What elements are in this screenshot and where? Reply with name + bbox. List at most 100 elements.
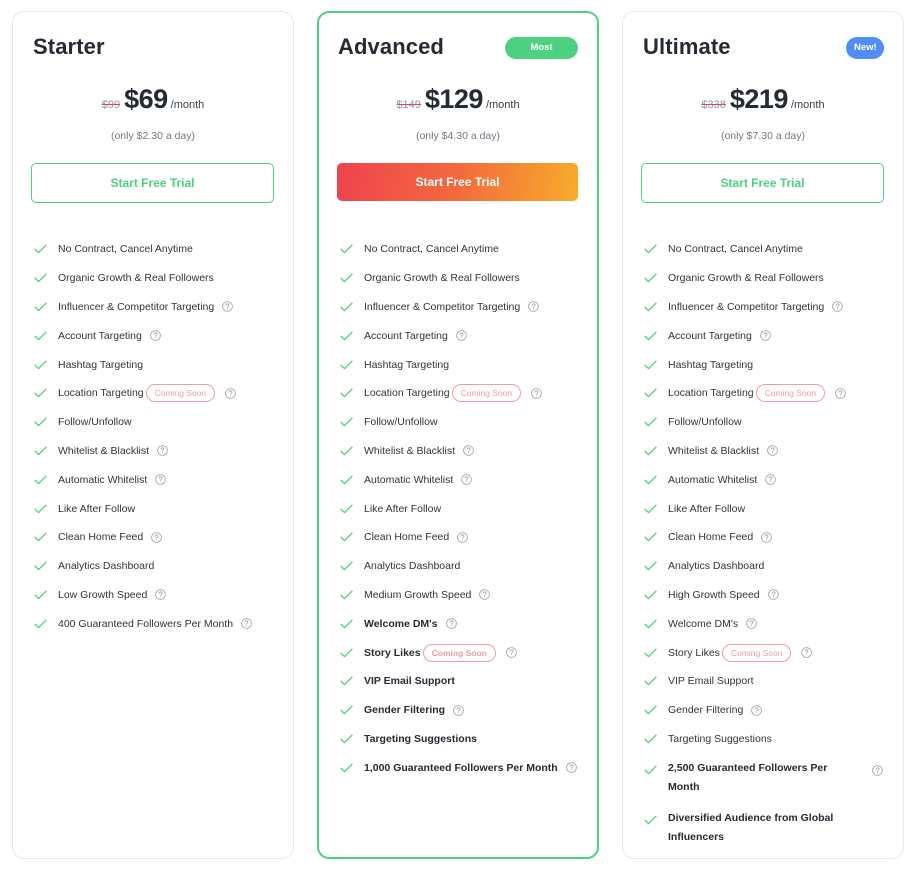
feature-item: Gender Filtering [319, 696, 597, 725]
feature-label: Follow/Unfollow [58, 416, 132, 429]
daily-price: (only $4.30 a day) [415, 130, 501, 142]
feature-item: Medium Growth Speed [319, 581, 597, 610]
help-icon[interactable] [767, 445, 778, 457]
help-icon[interactable] [225, 388, 236, 399]
check-icon [644, 475, 657, 485]
feature-item: Like After Follow [319, 494, 597, 523]
start-free-trial-button[interactable]: Start Free Trial [337, 163, 578, 201]
help-icon[interactable] [222, 301, 234, 313]
check-icon [644, 244, 657, 254]
help-icon[interactable] [751, 704, 763, 716]
help-icon[interactable] [760, 330, 771, 342]
feature-item: Account Targeting [319, 321, 597, 350]
feature-label: Clean Home Feed [58, 531, 144, 544]
help-icon[interactable] [832, 301, 844, 313]
check-icon [340, 590, 353, 600]
help-icon[interactable] [463, 445, 474, 457]
help-icon[interactable] [528, 301, 540, 313]
feature-label: 2,500 Guaranteed Followers Per Month [668, 762, 828, 794]
check-icon [34, 532, 47, 542]
help-icon[interactable] [767, 589, 779, 601]
check-icon [34, 360, 47, 370]
feature-item: Follow/Unfollow [13, 408, 293, 437]
help-icon[interactable] [157, 445, 168, 457]
feature-label: VIP Email Support [668, 675, 754, 688]
help-icon[interactable] [506, 647, 517, 658]
check-icon [644, 273, 657, 283]
help-icon[interactable] [456, 330, 467, 342]
feature-item: 2,500 Guaranteed Followers Per Month [623, 753, 903, 803]
help-icon[interactable] [155, 474, 167, 486]
help-icon[interactable] [155, 589, 167, 601]
help-icon[interactable] [565, 762, 577, 774]
feature-item: Organic Growth & Real Followers [623, 264, 903, 293]
help-icon[interactable] [835, 388, 846, 399]
help-icon[interactable] [746, 618, 757, 630]
feature-item: 1,000 Guaranteed Followers Per Month [319, 753, 597, 782]
help-icon[interactable] [461, 474, 473, 486]
start-free-trial-button[interactable]: Start Free Trial [31, 163, 274, 203]
feature-label: Whitelist & Blacklist [58, 444, 150, 457]
feature-item: Like After Follow [13, 494, 293, 523]
feature-item: No Contract, Cancel Anytime [623, 235, 903, 264]
feature-item: No Contract, Cancel Anytime [319, 235, 597, 264]
help-icon[interactable] [765, 474, 777, 486]
feature-item: Whitelist & Blacklist [623, 437, 903, 466]
plan-card-starter: Starter $99 $69 /month (only $2.30 a day… [12, 11, 294, 859]
feature-label: Location Targeting [58, 387, 144, 400]
feature-item: Like After Follow [623, 494, 903, 523]
check-icon [644, 734, 657, 744]
most-popular-badge: Most popular [505, 37, 578, 75]
check-icon [340, 388, 353, 398]
feature-label: Analytics Dashboard [668, 560, 765, 573]
help-icon[interactable] [531, 388, 542, 399]
check-icon [340, 417, 353, 427]
feature-label: Story Likes [668, 646, 720, 659]
help-icon[interactable] [457, 532, 469, 543]
help-icon[interactable] [479, 589, 491, 601]
feature-item: Clean Home Feed [319, 523, 597, 552]
daily-price: (only $7.30 a day) [720, 130, 806, 142]
help-icon[interactable] [801, 647, 813, 658]
help-icon[interactable] [445, 618, 457, 630]
check-icon [34, 561, 47, 571]
feature-item: Welcome DM's [319, 609, 597, 638]
feature-label: Analytics Dashboard [364, 560, 461, 573]
start-free-trial-button[interactable]: Start Free Trial [641, 163, 884, 203]
check-icon [340, 331, 353, 341]
check-icon [644, 388, 657, 398]
help-icon[interactable] [151, 532, 163, 543]
feature-item: Automatic Whitelist [319, 465, 597, 494]
help-icon[interactable] [453, 704, 464, 716]
original-price: $99 [101, 99, 121, 111]
coming-soon-badge: Coming Soon [451, 384, 522, 403]
feature-label: High Growth Speed [668, 588, 760, 601]
feature-item: Organic Growth & Real Followers [13, 264, 293, 293]
feature-label: Clean Home Feed [668, 531, 754, 544]
help-icon[interactable] [241, 618, 252, 630]
plan-card-advanced: Advanced Most popular $149 $129 /month (… [317, 11, 599, 859]
help-icon[interactable] [150, 330, 161, 342]
check-icon [644, 815, 657, 825]
check-icon [644, 360, 657, 370]
billing-period: /month [170, 99, 205, 111]
feature-item: Influencer & Competitor Targeting [13, 293, 293, 322]
feature-label: Gender Filtering [364, 704, 446, 717]
feature-item: Targeting Suggestions [623, 725, 903, 754]
help-icon[interactable] [761, 532, 773, 543]
feature-label: Welcome DM's [668, 617, 739, 630]
feature-label: VIP Email Support [364, 675, 455, 688]
help-icon[interactable] [872, 764, 883, 777]
check-icon [340, 504, 353, 514]
feature-item: Location Targeting Coming Soon [13, 379, 293, 408]
check-icon [34, 446, 47, 456]
feature-item: Clean Home Feed [623, 523, 903, 552]
check-icon [340, 532, 353, 542]
feature-label: Follow/Unfollow [364, 416, 438, 429]
feature-item: Account Targeting [623, 321, 903, 350]
billing-period: /month [485, 99, 520, 111]
feature-item: Gender Filtering [623, 696, 903, 725]
feature-label: Account Targeting [58, 329, 142, 342]
check-icon [644, 619, 657, 629]
feature-item: Low Growth Speed [13, 581, 293, 610]
